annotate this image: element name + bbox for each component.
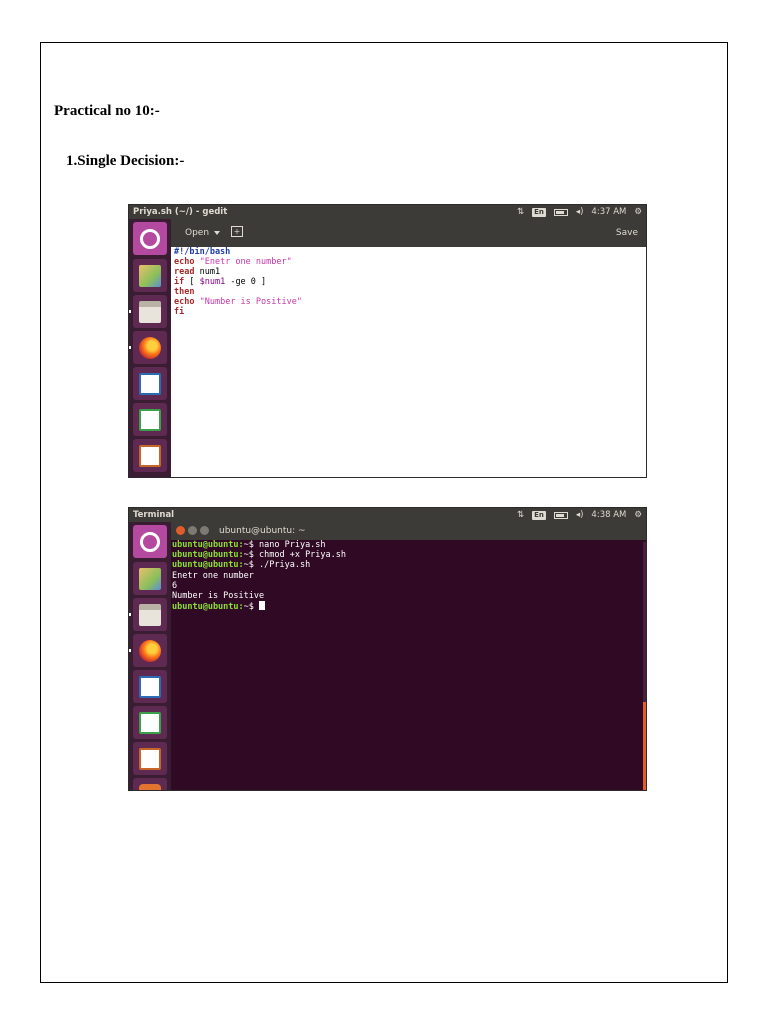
software-store-icon[interactable] bbox=[133, 778, 167, 790]
code-line: fi bbox=[174, 307, 643, 317]
terminal-prompt: ubuntu@ubuntu: bbox=[172, 602, 244, 613]
clock-indicator[interactable]: 4:37 AM bbox=[591, 205, 626, 219]
gedit-indicators: ⇅ En ◂) 4:37 AM ⚙ bbox=[517, 205, 642, 219]
gedit-top-panel: Priya.sh (~/) - gedit ⇅ En ◂) 4:37 AM ⚙ bbox=[129, 205, 646, 219]
battery-icon[interactable] bbox=[553, 511, 568, 519]
terminal-line: Enetr one number bbox=[172, 571, 642, 581]
open-button-label: Open bbox=[185, 228, 210, 238]
scroll-thumb[interactable] bbox=[643, 702, 646, 790]
minimize-icon[interactable] bbox=[188, 526, 197, 535]
terminal-prompt: ubuntu@ubuntu: bbox=[172, 560, 244, 571]
impress-icon[interactable] bbox=[133, 742, 167, 775]
gedit-window-title: Priya.sh (~/) - gedit bbox=[133, 207, 228, 217]
clock-indicator[interactable]: 4:38 AM bbox=[591, 508, 626, 522]
keyboard-layout-indicator[interactable]: En bbox=[532, 207, 546, 217]
document-heading: Practical no 10:- bbox=[54, 103, 160, 119]
terminal-window-title: ubuntu@ubuntu: ~ bbox=[219, 526, 306, 536]
code-token: $num1 bbox=[199, 277, 226, 287]
chevron-down-icon bbox=[214, 230, 221, 235]
terminal-line: 6 bbox=[172, 581, 642, 591]
terminal-text: ~$ bbox=[243, 602, 260, 613]
code-token: num1 bbox=[194, 267, 221, 277]
code-token: echo bbox=[174, 257, 195, 267]
writer-icon[interactable] bbox=[133, 367, 167, 400]
code-line: echo "Enetr one number" bbox=[174, 257, 643, 267]
save-button[interactable]: Save bbox=[616, 225, 638, 241]
network-icon[interactable]: ⇅ bbox=[517, 508, 524, 522]
calc-icon[interactable] bbox=[133, 403, 167, 436]
terminal-indicators: ⇅ En ◂) 4:38 AM ⚙ bbox=[517, 508, 642, 522]
terminal-titlebar: ubuntu@ubuntu: ~ bbox=[171, 522, 646, 540]
new-document-button[interactable]: + bbox=[231, 226, 243, 237]
code-line: read num1 bbox=[174, 267, 643, 277]
code-content: #!/bin/bash echo "Enetr one number" read n… bbox=[174, 247, 643, 317]
terminal-line: ubuntu@ubuntu:~$ chmod +x Priya.sh bbox=[172, 550, 642, 560]
terminal-prompt: ubuntu@ubuntu: bbox=[172, 550, 244, 561]
code-token: read bbox=[174, 267, 195, 277]
code-token: if bbox=[174, 277, 185, 287]
code-token: "Enetr one number" bbox=[199, 257, 292, 267]
terminal-text: ~$ chmod +x Priya.sh bbox=[243, 550, 347, 561]
ubuntu-logo-icon[interactable] bbox=[133, 525, 167, 558]
open-button[interactable]: Open bbox=[177, 225, 228, 241]
volume-icon[interactable]: ◂) bbox=[576, 205, 584, 219]
code-line: if [ $num1 -ge 0 ] bbox=[174, 277, 643, 287]
text-editor-area[interactable]: #!/bin/bash echo "Enetr one number" read n… bbox=[171, 247, 646, 477]
code-token: then bbox=[174, 287, 195, 297]
terminal-line: ubuntu@ubuntu:~$ nano Priya.sh bbox=[172, 540, 642, 550]
terminal-text: 6 bbox=[172, 580, 178, 591]
code-line: then bbox=[174, 287, 643, 297]
running-indicator bbox=[129, 346, 131, 349]
ubuntu-logo-icon[interactable] bbox=[133, 222, 167, 255]
code-token: fi bbox=[174, 307, 185, 317]
running-indicator bbox=[129, 613, 131, 616]
code-token: echo bbox=[174, 297, 195, 307]
terminal-line: ubuntu@ubuntu:~$ bbox=[172, 601, 642, 612]
gedit-screenshot: Priya.sh (~/) - gedit ⇅ En ◂) 4:37 AM ⚙ … bbox=[128, 204, 647, 478]
battery-icon[interactable] bbox=[553, 208, 568, 216]
terminal-prompt: ubuntu@ubuntu: bbox=[172, 540, 244, 550]
terminal-launcher bbox=[129, 522, 171, 790]
software-center-icon[interactable] bbox=[133, 259, 167, 292]
writer-icon[interactable] bbox=[133, 670, 167, 703]
software-center-icon[interactable] bbox=[133, 562, 167, 595]
terminal-text: ~$ nano Priya.sh bbox=[243, 540, 326, 550]
terminal-scrollbar[interactable] bbox=[643, 542, 646, 790]
document-subheading: 1.Single Decision:- bbox=[66, 153, 185, 169]
gedit-toolbar: Open + Save bbox=[171, 219, 646, 247]
keyboard-layout-indicator[interactable]: En bbox=[532, 510, 546, 520]
terminal-text: Number is Positive bbox=[172, 591, 265, 602]
files-icon[interactable] bbox=[133, 295, 167, 328]
terminal-screenshot: Terminal ⇅ En ◂) 4:38 AM ⚙ ubuntu@ubuntu… bbox=[128, 507, 647, 791]
files-icon[interactable] bbox=[133, 598, 167, 631]
calc-icon[interactable] bbox=[133, 706, 167, 739]
maximize-icon[interactable] bbox=[200, 526, 209, 535]
gedit-launcher bbox=[129, 219, 171, 477]
terminal-app-name: Terminal bbox=[133, 510, 175, 520]
gear-icon[interactable]: ⚙ bbox=[634, 205, 642, 219]
terminal-top-panel: Terminal ⇅ En ◂) 4:38 AM ⚙ bbox=[129, 508, 646, 522]
code-token: #!/bin/bash bbox=[174, 247, 231, 257]
network-icon[interactable]: ⇅ bbox=[517, 205, 524, 219]
code-token: "Number is Positive" bbox=[199, 297, 302, 307]
volume-icon[interactable]: ◂) bbox=[576, 508, 584, 522]
terminal-line: Number is Positive bbox=[172, 591, 642, 601]
impress-icon[interactable] bbox=[133, 439, 167, 472]
terminal-line: ubuntu@ubuntu:~$ ./Priya.sh bbox=[172, 560, 642, 570]
firefox-icon[interactable] bbox=[133, 331, 167, 364]
terminal-text: ~$ ./Priya.sh bbox=[243, 560, 311, 571]
code-token: -ge 0 ] bbox=[225, 277, 267, 287]
running-indicator bbox=[129, 649, 131, 652]
terminal-output[interactable]: ubuntu@ubuntu:~$ nano Priya.sh ubuntu@ubu… bbox=[171, 540, 643, 790]
terminal-cursor bbox=[259, 601, 266, 611]
terminal-text: Enetr one number bbox=[172, 570, 254, 581]
code-line: echo "Number is Positive" bbox=[174, 297, 643, 307]
firefox-icon[interactable] bbox=[133, 634, 167, 667]
code-line: #!/bin/bash bbox=[174, 247, 643, 257]
code-token: [ bbox=[184, 277, 200, 287]
running-indicator bbox=[129, 310, 131, 313]
gear-icon[interactable]: ⚙ bbox=[634, 508, 642, 522]
close-icon[interactable] bbox=[176, 526, 185, 535]
